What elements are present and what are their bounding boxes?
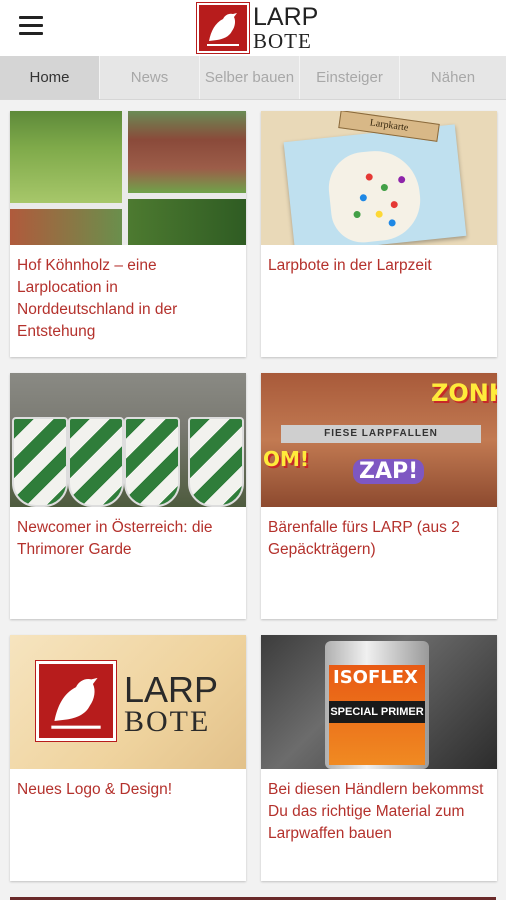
article-card[interactable]: FIESE LARPFALLEN ZONK OM! ZAP! Bärenfall… bbox=[261, 373, 497, 619]
farm-collage-image bbox=[10, 111, 246, 245]
article-card[interactable]: Newcomer in Österreich: die Thrimorer Ga… bbox=[10, 373, 246, 619]
menu-icon[interactable] bbox=[19, 16, 43, 36]
menu-icon-bar bbox=[19, 16, 43, 19]
menu-icon-bar bbox=[19, 24, 43, 27]
comic-word: ZONK bbox=[431, 379, 497, 407]
article-card[interactable]: Hof Köhnholz – eine Larplocation in Nord… bbox=[10, 111, 246, 357]
menu-icon-bar bbox=[19, 32, 43, 35]
article-title: Newcomer in Österreich: die Thrimorer Ga… bbox=[17, 519, 213, 558]
larp-map-image: Larpkarte bbox=[261, 111, 497, 245]
logo-image: LARP BOTE bbox=[10, 635, 246, 769]
image-banner: FIESE LARPFALLEN bbox=[281, 425, 481, 443]
article-card[interactable]: ISOFLEX SPECIAL PRIMER Bei diesen Händle… bbox=[261, 635, 497, 881]
tab-einsteiger[interactable]: Einsteiger bbox=[300, 56, 400, 99]
article-title: Bei diesen Händlern bekommst Du das rich… bbox=[268, 781, 484, 842]
tab-news[interactable]: News bbox=[100, 56, 200, 99]
app-logo[interactable]: LARP BOTE bbox=[196, 2, 319, 54]
tab-selber-bauen[interactable]: Selber bauen bbox=[200, 56, 300, 99]
article-card[interactable]: Larpkarte Larpbote in der Larpzeit bbox=[261, 111, 497, 357]
article-card[interactable]: LARP BOTE Neues Logo & Design! bbox=[10, 635, 246, 881]
article-title: Bärenfalle fürs LARP (aus 2 Gepäckträger… bbox=[268, 519, 460, 558]
article-title: Larpbote in der Larpzeit bbox=[268, 257, 432, 274]
logo-line2: BOTE bbox=[253, 28, 312, 53]
logo-text: LARP BOTE bbox=[253, 2, 319, 53]
comic-word: OM! bbox=[263, 447, 310, 471]
comic-trap-image: FIESE LARPFALLEN ZONK OM! ZAP! bbox=[261, 373, 497, 507]
logo-line1: LARP bbox=[253, 2, 319, 31]
tab-naehen[interactable]: Nähen bbox=[400, 56, 506, 99]
image-logo-line2: BOTE bbox=[124, 705, 211, 738]
raven-logo-icon bbox=[35, 660, 117, 742]
tab-home[interactable]: Home bbox=[0, 56, 100, 99]
app-bar: LARP BOTE bbox=[0, 0, 506, 56]
image-product: SPECIAL PRIMER bbox=[329, 701, 425, 723]
article-title: Neues Logo & Design! bbox=[17, 781, 173, 798]
article-title: Hof Köhnholz – eine Larplocation in Nord… bbox=[17, 257, 178, 340]
image-brand: ISOFLEX bbox=[333, 667, 418, 688]
comic-word: ZAP! bbox=[353, 459, 425, 484]
category-tabs: Home News Selber bauen Einsteiger Nähen bbox=[0, 56, 506, 100]
raven-logo-icon bbox=[196, 2, 250, 54]
shield-guard-image bbox=[10, 373, 246, 507]
primer-can-image: ISOFLEX SPECIAL PRIMER bbox=[261, 635, 497, 769]
